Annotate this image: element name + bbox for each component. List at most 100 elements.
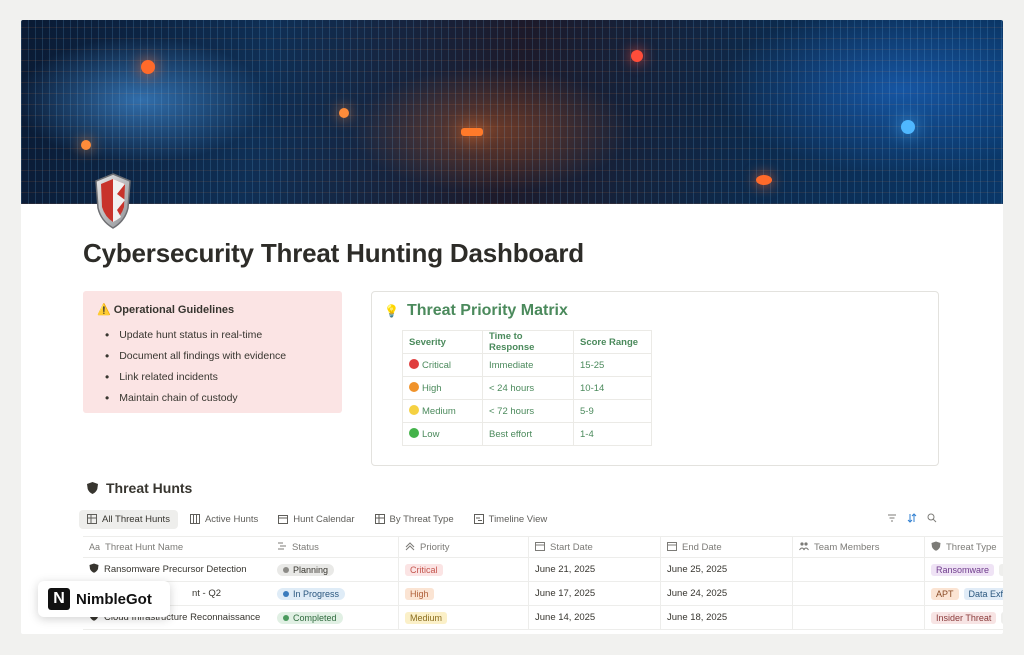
column-header-threat-type[interactable]: Threat Type [925, 537, 1003, 557]
priority-cell[interactable]: Medium [399, 606, 529, 629]
list-item: Maintain chain of custody [97, 387, 328, 408]
severity-label: Medium [422, 406, 456, 417]
tab-active-hunts[interactable]: Active Hunts [182, 510, 266, 529]
table-icon [374, 514, 385, 524]
search-icon[interactable] [927, 513, 937, 523]
table-row: Low Best effort 1-4 [402, 422, 652, 446]
column-label: Threat Type [946, 541, 997, 553]
threat-priority-matrix: 💡 Threat Priority Matrix Severity Time t… [371, 291, 939, 466]
severity-label: High [422, 383, 442, 394]
priority-cell[interactable]: Critical [399, 558, 529, 581]
table-row[interactable]: Cloud Infrastructure Reconnaissance Comp… [83, 606, 1003, 630]
status-cell[interactable]: Completed [271, 606, 399, 629]
threat-type-tag: Ransomware [931, 563, 995, 576]
tab-label: By Threat Type [389, 513, 454, 525]
column-header-name[interactable]: Aa Threat Hunt Name [83, 537, 271, 557]
column-label: Team Members [814, 541, 880, 553]
table-row: Medium < 72 hours 5-9 [402, 399, 652, 423]
shield-small-icon [931, 541, 941, 554]
severity-dot-icon [409, 382, 419, 392]
list-item: Link related incidents [97, 366, 328, 387]
column-header-priority[interactable]: Priority [399, 537, 529, 557]
threat-type-cell[interactable]: APT Data Exfil [925, 582, 1003, 605]
status-cell[interactable]: In Progress [271, 582, 399, 605]
priority-cell[interactable]: High [399, 582, 529, 605]
logo-mark: N [48, 588, 70, 610]
priority-table: Severity Time to Response Score Range Cr… [402, 330, 652, 446]
tab-all-threat-hunts[interactable]: All Threat Hunts [79, 509, 178, 529]
response-time: < 24 hours [482, 376, 574, 400]
table-header: Severity [402, 330, 483, 354]
start-date-cell[interactable]: June 17, 2025 [529, 582, 661, 605]
team-members-cell[interactable] [793, 558, 925, 581]
severity-dot-icon [409, 428, 419, 438]
team-members-cell[interactable] [793, 582, 925, 605]
threat-type-tag: Data Exfil [963, 587, 1003, 600]
status-cell[interactable]: Planning [271, 558, 399, 581]
column-header-end-date[interactable]: End Date [661, 537, 793, 557]
table-header: Score Range [573, 330, 652, 354]
table-row[interactable]: Ransomware Precursor Detection Planning … [83, 558, 1003, 582]
threat-type-cell[interactable]: Insider Threat [925, 606, 1003, 629]
status-property-icon [277, 541, 287, 554]
shield-small-icon [89, 563, 99, 576]
calendar-icon [667, 541, 677, 554]
page-title: Cybersecurity Threat Hunting Dashboard [83, 238, 584, 268]
status-badge: Completed [277, 611, 343, 624]
guidelines-callout: ⚠️ Operational Guidelines Update hunt st… [83, 291, 342, 413]
table-icon [87, 514, 97, 524]
hunt-name: nt - Q2 [192, 588, 222, 599]
priority-badge: Critical [405, 563, 443, 576]
response-time: Best effort [482, 422, 574, 446]
timeline-icon [473, 514, 484, 524]
board-icon [189, 514, 200, 524]
column-label: Status [292, 541, 319, 553]
column-label: Start Date [550, 541, 593, 553]
hunt-name: Ransomware Precursor Detection [104, 564, 247, 575]
severity-label: Low [422, 429, 440, 440]
table-header-row: Aa Threat Hunt Name Status Priority Start… [83, 536, 1003, 558]
severity-label: Critical [422, 360, 452, 371]
status-badge: Planning [277, 563, 335, 576]
priority-badge: Medium [405, 611, 448, 624]
threat-type-cell[interactable]: Ransomware C [925, 558, 1003, 581]
chevron-up-icon [405, 541, 415, 554]
table-row[interactable]: nt - Q2 In Progress High June 17, 2025 J… [83, 582, 1003, 606]
start-date-cell[interactable]: June 14, 2025 [529, 606, 661, 629]
score-range: 15-25 [573, 353, 652, 377]
filter-icon[interactable] [887, 513, 897, 523]
end-date-cell[interactable]: June 24, 2025 [661, 582, 793, 605]
shield-icon [95, 173, 131, 229]
list-item: Document all findings with evidence [97, 345, 328, 366]
cover-image [21, 20, 1003, 204]
tab-by-threat-type[interactable]: By Threat Type [367, 510, 462, 529]
score-range: 10-14 [573, 376, 652, 400]
status-badge: In Progress [277, 587, 346, 600]
column-header-status[interactable]: Status [271, 537, 399, 557]
threat-hunts-heading: Threat Hunts [87, 480, 192, 496]
end-date-cell[interactable]: June 18, 2025 [661, 606, 793, 629]
table-header: Time to Response [482, 330, 574, 354]
sort-icon[interactable] [907, 513, 917, 523]
lightbulb-icon: 💡 [384, 304, 399, 318]
table-row: Critical Immediate 15-25 [402, 353, 652, 377]
team-members-cell[interactable] [793, 606, 925, 629]
end-date-cell[interactable]: June 25, 2025 [661, 558, 793, 581]
table-row: High < 24 hours 10-14 [402, 376, 652, 400]
column-header-start-date[interactable]: Start Date [529, 537, 661, 557]
tab-hunt-calendar[interactable]: Hunt Calendar [270, 510, 362, 529]
threat-hunts-table: Aa Threat Hunt Name Status Priority Start… [83, 536, 1003, 630]
severity-dot-icon [409, 359, 419, 369]
tab-label: All Threat Hunts [102, 513, 170, 525]
threat-type-tag: C [999, 563, 1003, 576]
column-label: End Date [682, 541, 722, 553]
start-date-cell[interactable]: June 21, 2025 [529, 558, 661, 581]
view-tabs: All Threat Hunts Active Hunts Hunt Calen… [79, 508, 939, 530]
response-time: Immediate [482, 353, 574, 377]
calendar-icon [535, 541, 545, 554]
people-icon [799, 541, 809, 554]
text-property-icon: Aa [89, 542, 101, 552]
hunt-name-cell[interactable]: Ransomware Precursor Detection [83, 558, 271, 581]
tab-timeline-view[interactable]: Timeline View [466, 510, 556, 529]
column-header-team-members[interactable]: Team Members [793, 537, 925, 557]
